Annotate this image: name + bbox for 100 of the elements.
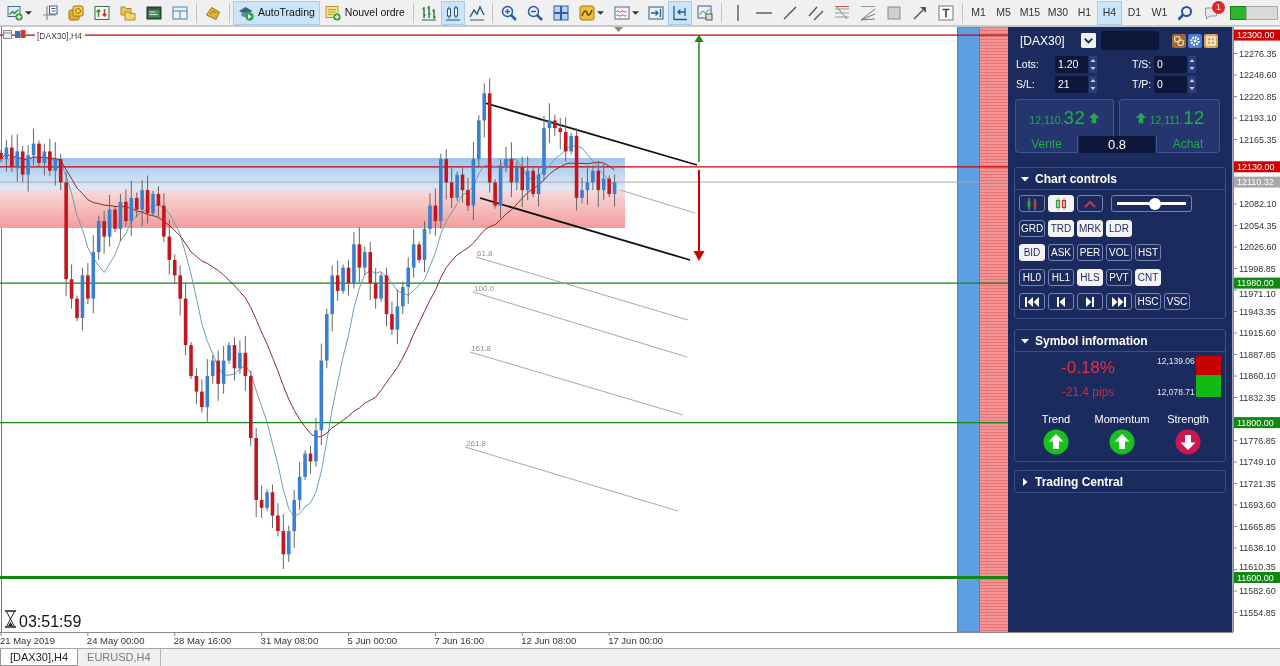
up-arrow-icon (1087, 112, 1100, 124)
chevron-down-icon[interactable] (1081, 33, 1096, 48)
toggle-button[interactable]: GRD (1019, 219, 1045, 237)
number-field[interactable]: 0 (1154, 56, 1187, 73)
toggle-button[interactable]: CNT (1135, 268, 1161, 286)
section-header[interactable]: Trading Central (1015, 471, 1225, 492)
trendline-icon[interactable] (781, 4, 798, 21)
toggle-button[interactable]: HL1 (1048, 268, 1074, 286)
section-header[interactable]: Chart controls (1015, 168, 1225, 190)
toggle-button[interactable]: BID (1019, 244, 1045, 261)
fibonacci-icon[interactable] (833, 4, 850, 21)
time-axis-label: 5 Jun 00:00 (347, 634, 398, 646)
caret-icon[interactable] (631, 10, 639, 15)
caret-icon[interactable] (25, 10, 32, 15)
search-icon[interactable] (1176, 4, 1193, 21)
slider-track[interactable] (1111, 195, 1192, 212)
section-header[interactable]: Symbol information (1015, 330, 1225, 352)
navigation-button[interactable] (1019, 293, 1045, 310)
vertical-line-icon[interactable] (735, 4, 740, 21)
price-axis-label: 11971.10 (1239, 288, 1276, 299)
order-note-icon[interactable] (324, 4, 341, 21)
tile-windows-icon[interactable] (552, 4, 569, 21)
parallel-lines-icon[interactable] (807, 4, 824, 21)
low-marker-icon (1196, 375, 1221, 397)
price-axis-label: 11776.85 (1239, 435, 1276, 446)
caret-right-icon[interactable] (1021, 477, 1029, 486)
chart-window-icon[interactable] (696, 4, 713, 21)
market-arrows-icon[interactable] (94, 4, 110, 21)
new-chart-icon[interactable] (7, 4, 23, 21)
number-field[interactable]: 0 (1154, 76, 1187, 93)
spinner-icon[interactable] (1188, 56, 1196, 73)
number-field[interactable]: 1.20 (1055, 56, 1088, 73)
sell-label[interactable]: Vente (1015, 136, 1078, 153)
price-tag: 12110.32 (1234, 176, 1280, 188)
timeframe-button[interactable]: H4 (1096, 0, 1122, 25)
navigation-button[interactable] (1077, 293, 1103, 310)
buy-label[interactable]: Achat (1156, 136, 1220, 153)
link-icon[interactable] (1172, 33, 1186, 48)
toggle-button[interactable]: PER (1077, 244, 1103, 261)
toggle-button[interactable]: ASK (1048, 244, 1074, 261)
toggle-button[interactable]: HL0 (1019, 268, 1045, 286)
spinner-icon[interactable] (1089, 56, 1097, 73)
symbol-dropdown[interactable]: [DAX30] (1014, 31, 1096, 50)
wave-tile-icon[interactable] (578, 4, 595, 21)
symbol-input-field[interactable] (1101, 31, 1159, 50)
view-toggle-button[interactable] (1019, 195, 1045, 212)
stacked-tiles-icon[interactable] (68, 4, 84, 21)
toggle-button[interactable]: MRK (1077, 219, 1103, 237)
sell-price-button[interactable]: 12,110.32 (1015, 99, 1114, 136)
folders-icon[interactable] (120, 4, 136, 21)
grid-icon[interactable] (1204, 33, 1218, 48)
zoom-in-icon[interactable] (500, 4, 517, 21)
caret-down-icon[interactable] (1021, 174, 1029, 183)
text-tool-icon[interactable] (937, 4, 954, 21)
toggle-button[interactable]: HLS (1077, 268, 1103, 286)
slider-thumb[interactable] (1149, 197, 1162, 210)
connection-status-icon (1229, 5, 1278, 20)
timeframe-button[interactable]: H1 (1071, 0, 1097, 25)
toggle-button[interactable]: LDR (1106, 219, 1132, 237)
signal-label: Trend (1041, 413, 1071, 426)
toggle-button[interactable]: TRD (1048, 219, 1074, 237)
timeframe-button[interactable]: M1 (965, 0, 991, 25)
change-percent: -0.18% (1061, 358, 1115, 378)
navigation-button[interactable] (1048, 293, 1074, 310)
horizontal-line-icon[interactable] (755, 10, 772, 15)
crosshair-window-icon[interactable] (42, 4, 58, 21)
view-toggle-button[interactable] (1077, 195, 1103, 212)
new-order-button[interactable]: Nouvel ordre (319, 0, 410, 25)
spinner-icon[interactable] (1089, 76, 1097, 93)
number-field[interactable]: 21 (1055, 76, 1088, 93)
chart-tab[interactable]: EURUSD,H4 (78, 649, 161, 666)
autotrading-button[interactable]: AutoTrading (233, 0, 320, 25)
settings-icon[interactable] (1188, 33, 1202, 48)
caret-icon[interactable] (596, 10, 604, 15)
timeframe-button[interactable]: D1 (1121, 0, 1147, 25)
cap-play-icon[interactable] (238, 4, 254, 21)
spinner-icon[interactable] (1188, 76, 1196, 93)
timeframe-button[interactable]: W1 (1146, 0, 1172, 25)
signal-label: Momentum (1094, 413, 1150, 426)
chart-tab[interactable]: [DAX30],H4 (0, 649, 79, 666)
price-axis-label: 11749.10 (1239, 457, 1276, 468)
timeframe-button[interactable]: M5 (990, 0, 1016, 25)
arrow-icon[interactable] (911, 4, 928, 21)
buy-price-button[interactable]: 12,111.12 (1119, 99, 1220, 136)
window-panes-icon[interactable] (172, 4, 188, 21)
toggle-button[interactable]: VOL (1106, 244, 1132, 261)
candle-outline-icon (1053, 197, 1069, 210)
terminal-window-icon[interactable] (146, 4, 162, 21)
fan-lines-icon[interactable] (859, 4, 876, 21)
toggle-button[interactable]: HSC (1135, 293, 1161, 310)
caret-down-icon[interactable] (1021, 336, 1029, 345)
timeframe-button[interactable]: M30 (1043, 0, 1072, 25)
navigation-button[interactable] (1106, 293, 1132, 310)
time-axis-label: 31 May 08:00 (260, 634, 319, 646)
toggle-button[interactable]: VSC (1164, 293, 1190, 310)
zoom-out-icon[interactable] (526, 4, 543, 21)
toggle-button[interactable]: PVT (1106, 268, 1132, 286)
toggle-button[interactable]: HST (1135, 244, 1161, 261)
timeframe-button[interactable]: M15 (1015, 0, 1044, 25)
price-axis-label: 12220.85 (1239, 91, 1277, 102)
